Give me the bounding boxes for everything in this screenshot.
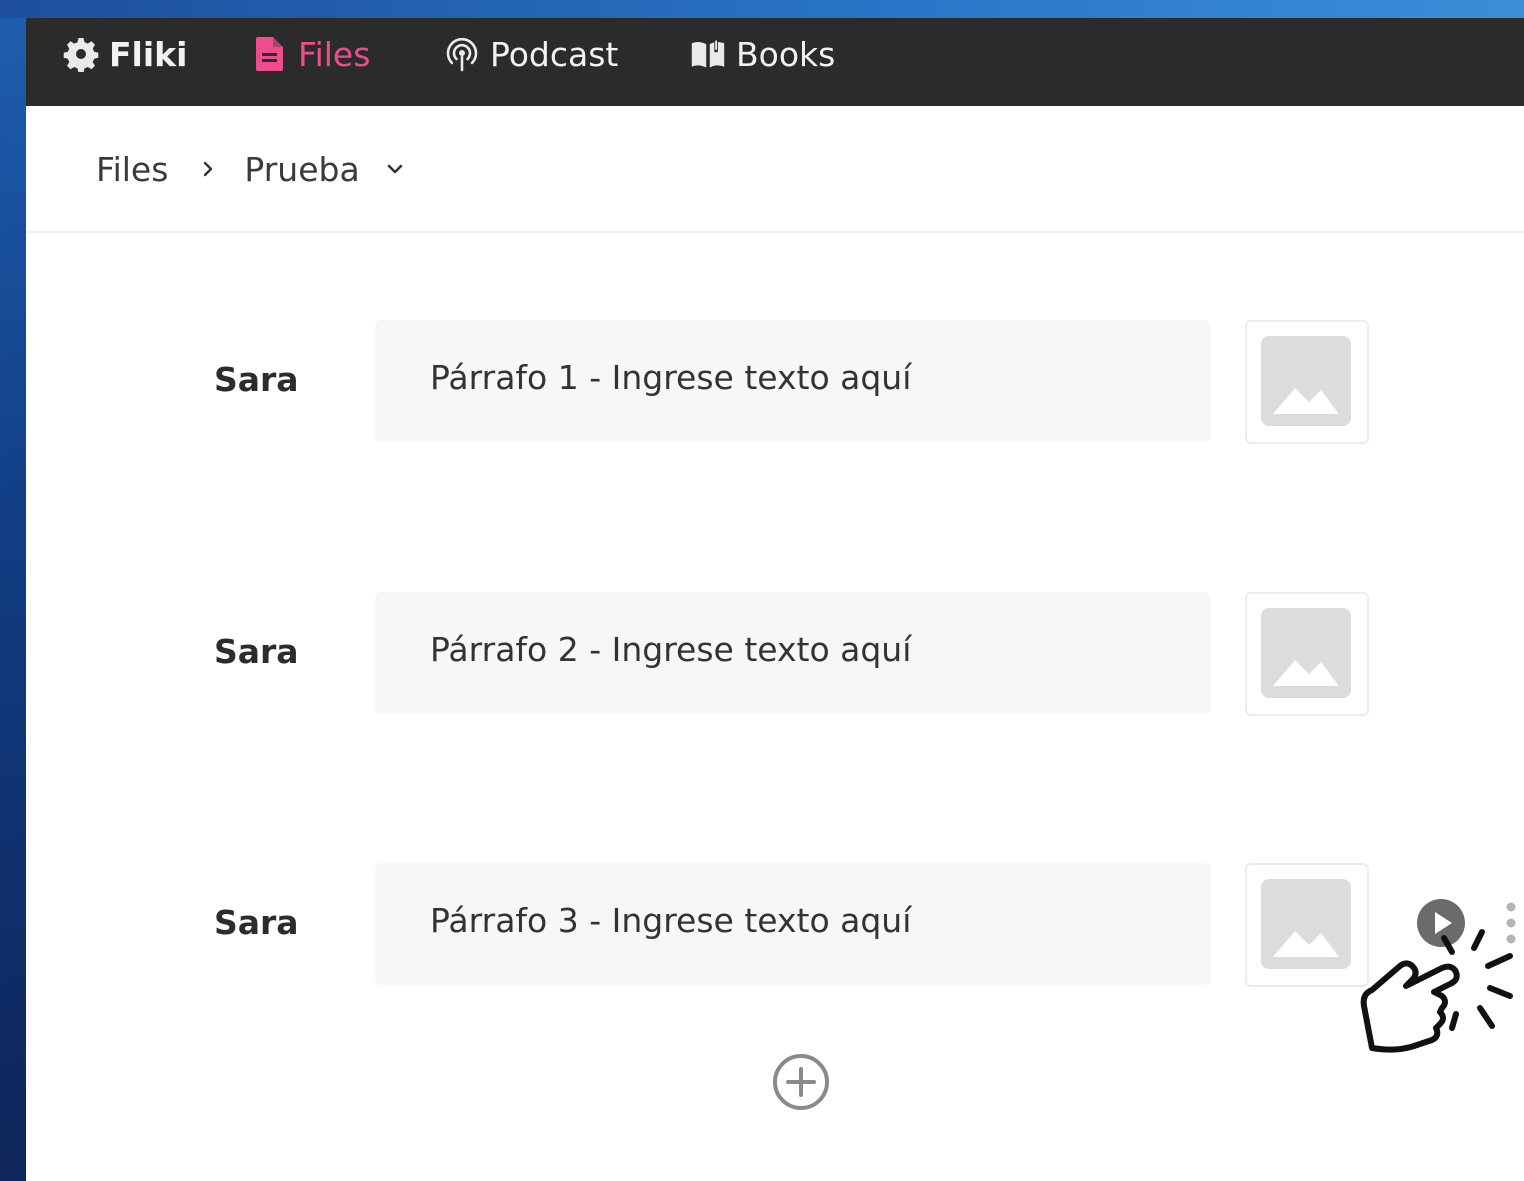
breadcrumb: Files Prueba bbox=[96, 144, 406, 194]
gear-logo-icon bbox=[63, 36, 99, 72]
breadcrumb-current[interactable]: Prueba bbox=[244, 150, 359, 189]
file-icon bbox=[252, 36, 288, 72]
desktop-background-strip bbox=[0, 0, 1524, 18]
image-placeholder-icon bbox=[1261, 879, 1351, 969]
paragraph-row: Sara Párrafo 3 - Ingrese texto aquí bbox=[26, 863, 1524, 987]
nav-label: Books bbox=[736, 34, 836, 74]
paragraph-text-field[interactable]: Párrafo 1 - Ingrese texto aquí bbox=[375, 320, 1211, 442]
nav-item-fliki[interactable]: Fliki bbox=[63, 18, 187, 90]
image-placeholder-icon bbox=[1261, 608, 1351, 698]
speaker-voice-label[interactable]: Sara bbox=[214, 360, 299, 399]
speaker-voice-label[interactable]: Sara bbox=[214, 632, 299, 671]
paragraph-text-field[interactable]: Párrafo 3 - Ingrese texto aquí bbox=[375, 863, 1211, 985]
nav-label: Fliki bbox=[109, 34, 188, 74]
image-placeholder-icon bbox=[1261, 336, 1351, 426]
media-select-button[interactable] bbox=[1245, 320, 1369, 444]
paragraph-text: Párrafo 1 - Ingrese texto aquí bbox=[430, 358, 912, 397]
paragraph-row: Sara Párrafo 1 - Ingrese texto aquí bbox=[26, 320, 1524, 444]
breadcrumb-root[interactable]: Files bbox=[96, 150, 168, 189]
nav-label: Files bbox=[298, 34, 371, 74]
media-select-button[interactable] bbox=[1245, 592, 1369, 716]
nav-item-files[interactable]: Files bbox=[252, 18, 370, 90]
app-window: Fliki Files Podcast Books Files Prueba S… bbox=[26, 18, 1524, 1181]
paragraph-text: Párrafo 3 - Ingrese texto aquí bbox=[430, 901, 912, 940]
nav-item-books[interactable]: Books bbox=[690, 18, 835, 90]
header-divider bbox=[26, 231, 1524, 233]
chevron-right-icon bbox=[198, 159, 218, 179]
nav-item-podcast[interactable]: Podcast bbox=[444, 18, 618, 90]
speaker-voice-label[interactable]: Sara bbox=[214, 903, 299, 942]
paragraph-row: Sara Párrafo 2 - Ingrese texto aquí bbox=[26, 592, 1524, 716]
hand-pointer-click-icon bbox=[1360, 929, 1513, 1053]
podcast-icon bbox=[444, 36, 480, 72]
media-select-button[interactable] bbox=[1245, 863, 1369, 987]
book-icon bbox=[690, 36, 726, 72]
nav-label: Podcast bbox=[490, 34, 619, 74]
top-navbar: Fliki Files Podcast Books bbox=[26, 18, 1524, 106]
add-circle-icon[interactable] bbox=[770, 1051, 832, 1113]
chevron-down-icon[interactable] bbox=[384, 158, 406, 180]
paragraph-text: Párrafo 2 - Ingrese texto aquí bbox=[430, 630, 912, 669]
paragraph-text-field[interactable]: Párrafo 2 - Ingrese texto aquí bbox=[375, 592, 1211, 714]
